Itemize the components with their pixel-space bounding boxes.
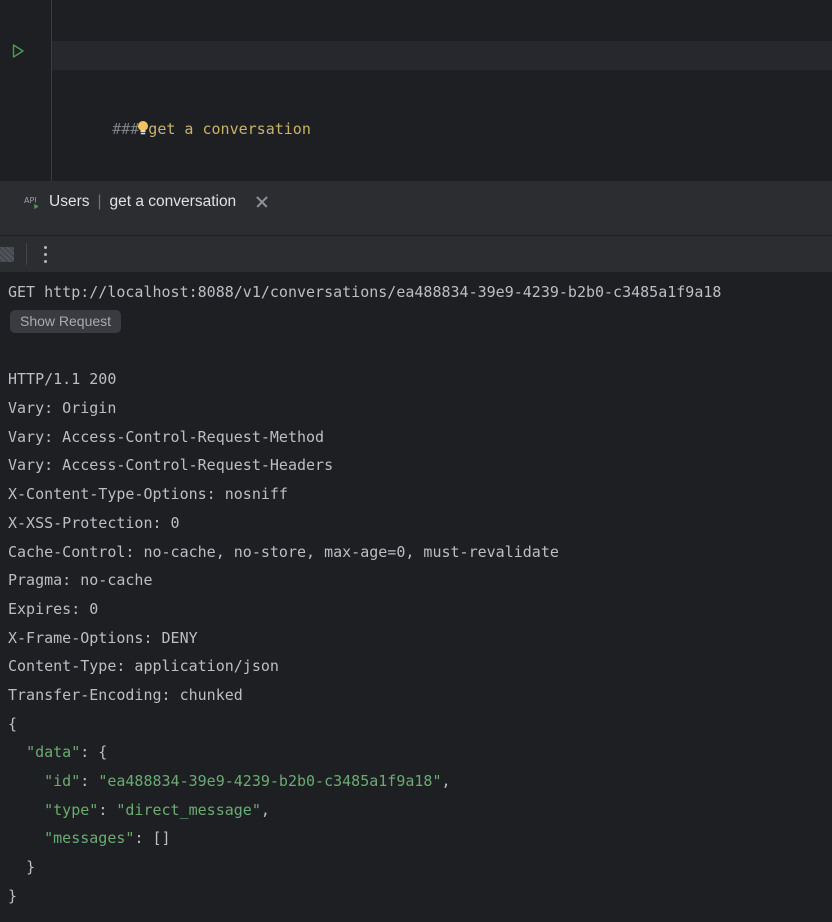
response-body-pane[interactable]: GET http://localhost:8088/v1/conversatio… (0, 272, 832, 922)
tab-name-label: get a conversation (110, 193, 237, 211)
tab-group-label: Users (49, 193, 89, 211)
json-punct: : (80, 772, 98, 790)
response-tab-bar[interactable]: API Users | get a conversation (0, 181, 832, 235)
json-punct: : (134, 829, 152, 847)
response-header-line: Content-Type: application/json (0, 652, 832, 681)
json-value-messages: [] (153, 829, 171, 847)
json-line-close-inner: } (0, 853, 832, 882)
json-line-open-brace: { (0, 710, 832, 739)
editor-lines[interactable]: ### get a conversation GET http://localh… (52, 0, 832, 181)
json-punct: : (98, 801, 116, 819)
json-key-messages: "messages" (44, 829, 134, 847)
response-header-line: Cache-Control: no-cache, no-store, max-a… (0, 538, 832, 567)
json-line-data: "data": { (0, 738, 832, 767)
stop-button[interactable] (0, 247, 14, 262)
tab-users-get-a-conversation[interactable]: API Users | get a conversation (20, 181, 274, 223)
response-header-line: X-XSS-Protection: 0 (0, 509, 832, 538)
json-comma: , (441, 772, 450, 790)
response-header-line: Vary: Access-Control-Request-Headers (0, 451, 832, 480)
toolbar-divider (26, 243, 27, 265)
lightbulb-icon[interactable] (64, 88, 78, 104)
response-header-line: Expires: 0 (0, 595, 832, 624)
response-header-line: Transfer-Encoding: chunked (0, 681, 832, 710)
show-request-row[interactable]: Show Request (0, 307, 832, 337)
response-request-line: GET http://localhost:8088/v1/conversatio… (0, 278, 832, 307)
json-key-type: "type" (44, 801, 98, 819)
api-file-icon: API (24, 194, 41, 211)
response-header-line: Vary: Origin (0, 394, 832, 423)
run-arrow-icon[interactable] (8, 41, 28, 61)
request-name-comment: get a conversation (139, 120, 311, 138)
json-line-messages: "messages": [] (0, 824, 832, 853)
editor-gutter (0, 0, 52, 181)
response-toolbar[interactable] (0, 235, 832, 272)
json-value-type: "direct_message" (116, 801, 261, 819)
editor-line-comment: ### get a conversation (52, 86, 832, 115)
response-header-line: Pragma: no-cache (0, 566, 832, 595)
json-brace: } (26, 858, 35, 876)
show-request-button[interactable]: Show Request (10, 310, 121, 333)
json-key-id: "id" (44, 772, 80, 790)
json-brace: } (8, 887, 17, 905)
json-value-id: "ea488834-39e9-4239-b2b0-c3485a1f9a18" (98, 772, 441, 790)
json-line-type: "type": "direct_message", (0, 796, 832, 825)
response-header-line: X-Frame-Options: DENY (0, 624, 832, 653)
json-punct: : { (80, 743, 107, 761)
json-line-id: "id": "ea488834-39e9-4239-b2b0-c3485a1f9… (0, 767, 832, 796)
response-header-line: X-Content-Type-Options: nosniff (0, 480, 832, 509)
json-key-data: "data" (26, 743, 80, 761)
json-brace: { (8, 715, 17, 733)
response-status-line: HTTP/1.1 200 (0, 365, 832, 394)
json-comma: , (261, 801, 270, 819)
json-line-close-outer: } (0, 882, 832, 911)
close-icon[interactable] (254, 194, 270, 210)
more-options-icon[interactable] (44, 246, 48, 263)
response-blank-line (0, 337, 832, 366)
tab-separator: | (97, 193, 101, 211)
request-editor-pane[interactable]: ### get a conversation GET http://localh… (0, 0, 832, 181)
response-header-line: Vary: Access-Control-Request-Method (0, 423, 832, 452)
